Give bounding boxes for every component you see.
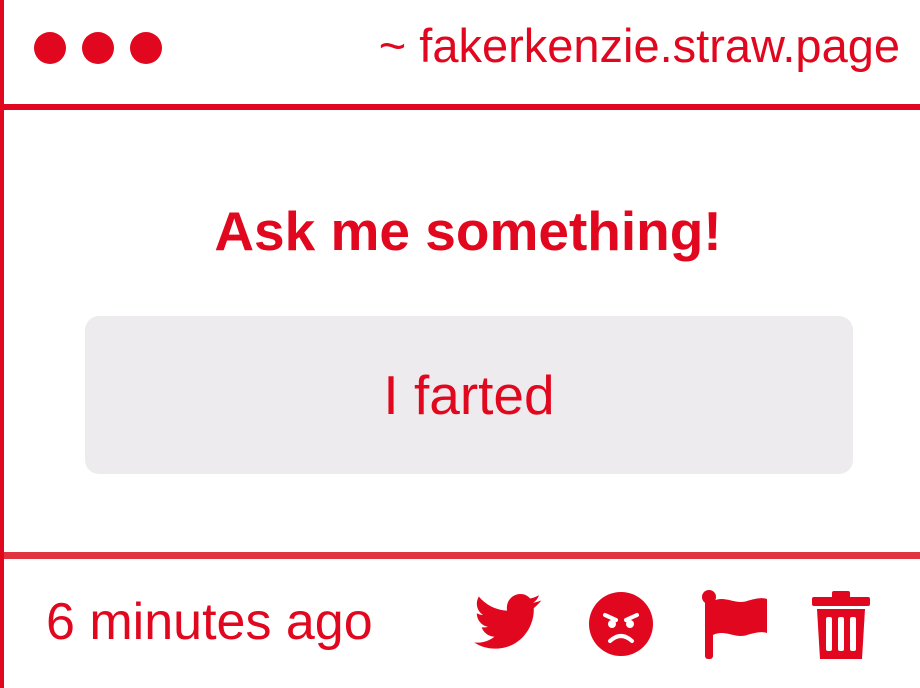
message-text: I farted [383, 364, 555, 426]
window-controls [34, 32, 162, 64]
timestamp: 6 minutes ago [46, 593, 373, 651]
message-box: I farted [85, 316, 853, 474]
twitter-icon[interactable] [474, 593, 542, 651]
message-card: ~ fakerkenzie.straw.page Ask me somethin… [0, 0, 920, 688]
flag-icon[interactable] [701, 589, 771, 661]
page-heading: Ask me something! [214, 200, 722, 262]
site-url[interactable]: ~ fakerkenzie.straw.page [379, 18, 900, 74]
card-footer: 6 minutes ago [4, 552, 920, 688]
window-control-dot[interactable] [82, 32, 114, 64]
window-titlebar: ~ fakerkenzie.straw.page [4, 0, 920, 110]
window-control-dot[interactable] [34, 32, 66, 64]
window-control-dot[interactable] [130, 32, 162, 64]
trash-icon[interactable] [810, 589, 872, 661]
angry-face-icon[interactable] [588, 591, 654, 657]
